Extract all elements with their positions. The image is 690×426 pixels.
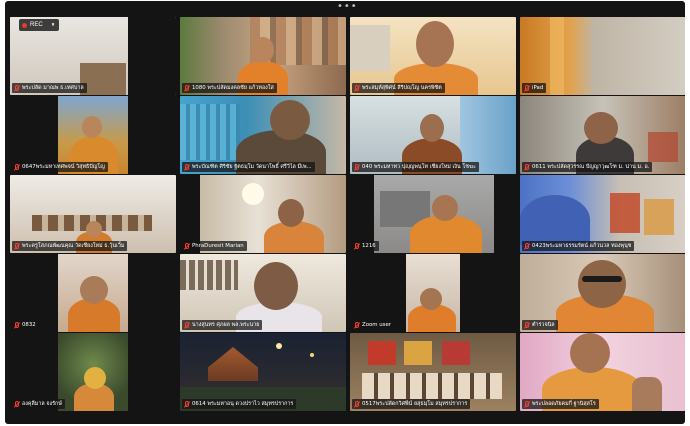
participant-nameplate: 1080 พระปลัดมงคลชัย แก้วทองใส: [182, 83, 277, 93]
participant-name: พระปลอดภัยคมกี่ ฐานิสฺสโร: [532, 401, 596, 407]
participant-tile[interactable]: Zoom user: [350, 254, 516, 332]
participant-nameplate: 0611 พระปลัดสุวรรณ ปัญญาวุฒโฑ ม. น่าน ม.…: [522, 162, 653, 172]
participant-tile[interactable]: 0832: [10, 254, 176, 332]
participant-nameplate: พระสมุห์สุพิศน์ สิริปญฺโญ นครพิชิต: [352, 83, 445, 93]
mic-muted-icon: [184, 84, 190, 92]
meeting-window: ••• REC ⏸ พระปลัด มาณพ ธ.เทศบาล 1080 พระ…: [5, 1, 685, 424]
participant-nameplate: PhraDuresit Marian: [182, 241, 247, 251]
participant-nameplate: 0614 พระมหาอนุ ดวงปราไว สมุทรปราการ: [182, 399, 297, 409]
participant-tile[interactable]: 0614 พระมหาอนุ ดวงปราไว สมุทรปราการ: [180, 333, 346, 411]
participant-name: 0423พระมหาธรรมรัตน์ แก้วนวล ทองพุนุช: [532, 243, 632, 249]
mic-muted-icon: [14, 321, 20, 329]
mic-muted-icon: [14, 163, 20, 171]
participant-name: 0517พระปลัดกวิศพีน์ ยสุธมฺโม สมุทรปราการ: [362, 401, 468, 407]
mic-muted-icon: [184, 321, 190, 329]
participant-nameplate: 040 พระมหาทว ปุญฺญพนฺโท เชียงใหม่ เงิน โ…: [352, 162, 479, 172]
participant-name: 040 พระมหาทว ปุญฺญพนฺโท เชียงใหม่ เงิน โ…: [362, 164, 476, 170]
participant-name: 1080 พระปลัดมงคลชัย แก้วทองใส: [192, 85, 274, 91]
participant-name: พระบัณฑิต ศิริชัย ฐิตธมฺโม วัดนาโพธิ์ ศร…: [192, 164, 312, 170]
participant-nameplate: พระปลอดภัยคมกี่ ฐานิสฺสโร: [522, 399, 599, 409]
participant-name: ตำรวจนิล: [532, 322, 555, 328]
participant-tile[interactable]: 0611 พระปลัดสุวรรณ ปัญญาวุฒโฑ ม. น่าน ม.…: [520, 96, 685, 174]
participant-name: 1216: [362, 243, 376, 249]
participant-nameplate: 1216: [352, 241, 379, 251]
participant-tile[interactable]: 040 พระมหาทว ปุญฺญพนฺโท เชียงใหม่ เงิน โ…: [350, 96, 516, 174]
top-bar: •••: [5, 1, 685, 15]
participant-nameplate: นางสุนทร ศุภผล พล.พระนาย: [182, 320, 263, 330]
participant-name: PhraDuresit Marian: [192, 243, 244, 249]
participant-nameplate: 0517พระปลัดกวิศพีน์ ยสุธมฺโม สมุทรปราการ: [352, 399, 471, 409]
pause-recording-icon[interactable]: ⏸: [52, 21, 55, 29]
participant-tile[interactable]: พระครูโสภณพัฒนคุณ วัดเชียงใหม่ ธ.วุ้นเวิ…: [10, 175, 176, 253]
recording-indicator[interactable]: REC ⏸: [19, 19, 59, 31]
participant-tile[interactable]: ตำรวจนิล: [520, 254, 685, 332]
participant-nameplate: 0647พระมหาเทศพจน์ วิสุทธิปัญโญ: [12, 162, 108, 172]
participant-nameplate: ตำรวจนิล: [522, 320, 558, 330]
participant-nameplate: องคุลีมาล จงรักษ์: [12, 399, 65, 409]
participant-nameplate: Zoom user: [352, 320, 395, 330]
more-options-icon[interactable]: •••: [337, 2, 357, 12]
mic-muted-icon: [14, 84, 20, 92]
mic-muted-icon: [524, 242, 530, 250]
participant-nameplate: 0832: [12, 320, 39, 330]
participant-nameplate: 0423พระมหาธรรมรัตน์ แก้วนวล ทองพุนุช: [522, 241, 635, 251]
participant-nameplate: พระปลัด มาณพ ธ.เทศบาล: [12, 83, 87, 93]
mic-muted-icon: [354, 400, 360, 408]
mic-muted-icon: [184, 163, 190, 171]
participant-name: พระครูโสภณพัฒนคุณ วัดเชียงใหม่ ธ.วุ้นเวิ…: [22, 243, 125, 249]
mic-muted-icon: [14, 242, 20, 250]
participant-tile[interactable]: iPad: [520, 17, 685, 95]
participant-tile[interactable]: 0423พระมหาธรรมรัตน์ แก้วนวล ทองพุนุช: [520, 175, 685, 253]
participant-tile[interactable]: 1080 พระปลัดมงคลชัย แก้วทองใส: [180, 17, 346, 95]
participant-tile[interactable]: 0517พระปลัดกวิศพีน์ ยสุธมฺโม สมุทรปราการ: [350, 333, 516, 411]
participant-name: องคุลีมาล จงรักษ์: [22, 401, 62, 407]
gallery-grid: พระปลัด มาณพ ธ.เทศบาล 1080 พระปลัดมงคลชั…: [10, 17, 685, 411]
participant-tile[interactable]: พระบัณฑิต ศิริชัย ฐิตธมฺโม วัดนาโพธิ์ ศร…: [180, 96, 346, 174]
mic-muted-icon: [524, 321, 530, 329]
participant-tile[interactable]: พระสมุห์สุพิศน์ สิริปญฺโญ นครพิชิต: [350, 17, 516, 95]
participant-tile[interactable]: 1216: [350, 175, 516, 253]
mic-muted-icon: [524, 163, 530, 171]
participant-tile[interactable]: 0647พระมหาเทศพจน์ วิสุทธิปัญโญ: [10, 96, 176, 174]
participant-name: Zoom user: [362, 322, 392, 328]
mic-muted-icon: [184, 242, 190, 250]
mic-muted-icon: [354, 84, 360, 92]
participant-name: พระปลัด มาณพ ธ.เทศบาล: [22, 85, 84, 91]
participant-name: 0614 พระมหาอนุ ดวงปราไว สมุทรปราการ: [192, 401, 294, 407]
mic-muted-icon: [524, 400, 530, 408]
participant-tile[interactable]: องคุลีมาล จงรักษ์: [10, 333, 176, 411]
participant-nameplate: iPad: [522, 83, 547, 93]
participant-nameplate: พระครูโสภณพัฒนคุณ วัดเชียงใหม่ ธ.วุ้นเวิ…: [12, 241, 128, 251]
mic-muted-icon: [354, 242, 360, 250]
participant-name: นางสุนทร ศุภผล พล.พระนาย: [192, 322, 260, 328]
mic-muted-icon: [14, 400, 20, 408]
participant-name: 0611 พระปลัดสุวรรณ ปัญญาวุฒโฑ ม. น่าน ม.…: [532, 164, 650, 170]
participant-tile[interactable]: พระปลอดภัยคมกี่ ฐานิสฺสโร: [520, 333, 685, 411]
mic-muted-icon: [184, 400, 190, 408]
mic-muted-icon: [354, 163, 360, 171]
participant-name: 0832: [22, 322, 36, 328]
participant-nameplate: พระบัณฑิต ศิริชัย ฐิตธมฺโม วัดนาโพธิ์ ศร…: [182, 162, 315, 172]
participant-name: 0647พระมหาเทศพจน์ วิสุทธิปัญโญ: [22, 164, 105, 170]
participant-tile[interactable]: นางสุนทร ศุภผล พล.พระนาย: [180, 254, 346, 332]
participant-name: พระสมุห์สุพิศน์ สิริปญฺโญ นครพิชิต: [362, 85, 442, 91]
recording-label: REC: [30, 22, 43, 28]
participant-name: iPad: [532, 85, 544, 91]
mic-muted-icon: [524, 84, 530, 92]
record-dot-icon: [22, 22, 27, 28]
mic-muted-icon: [354, 321, 360, 329]
participant-tile[interactable]: PhraDuresit Marian: [180, 175, 346, 253]
